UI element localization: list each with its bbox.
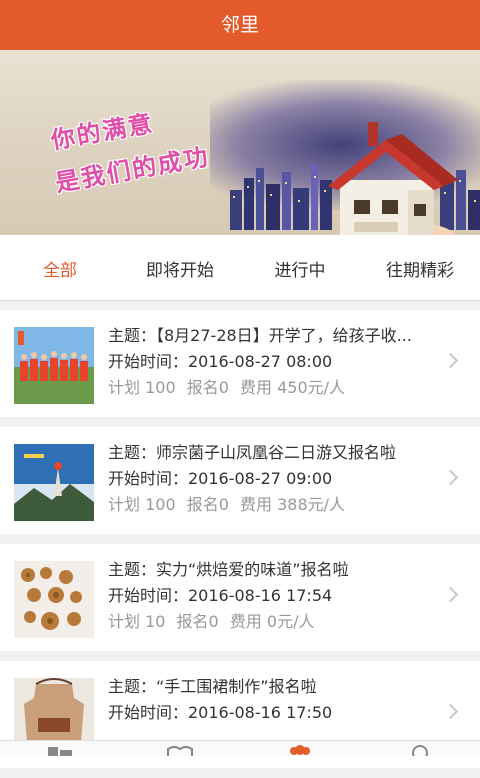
promo-banner[interactable]: 你的满意 是我们的成功 — [0, 50, 480, 235]
house-in-hands-image — [328, 122, 458, 235]
activity-enrolled-count: 报名0 — [186, 378, 229, 397]
page-title: 邻里 — [220, 14, 259, 36]
activity-meta: 计划 100 报名0 费用 388元/人 — [108, 492, 448, 518]
activity-enrolled-count: 报名0 — [186, 495, 229, 514]
activity-title: 主题：“手工围裙制作”报名啦 — [108, 677, 317, 696]
activity-fee: 费用 388元/人 — [240, 495, 346, 514]
activity-card[interactable]: 主题：实力“烘焙爱的味道”报名啦 开始时间：2016-08-16 17:54 计… — [0, 544, 480, 651]
activity-plan-count: 计划 10 — [108, 612, 166, 631]
filter-tabs: 全部 即将开始 进行中 往期精彩 — [0, 235, 480, 301]
activity-meta: 计划 10 报名0 费用 0元/人 — [108, 609, 448, 635]
people-icon[interactable] — [286, 745, 314, 756]
tab-past-highlights[interactable]: 往期精彩 — [360, 235, 480, 300]
activity-plan-count: 计划 100 — [108, 495, 176, 514]
activity-start-time: 开始时间：2016-08-16 17:54 — [108, 586, 333, 605]
activity-info: 主题：师宗菌子山凤凰谷二日游又报名啦 开始时间：2016-08-27 09:00… — [108, 440, 448, 518]
activity-thumbnail — [14, 561, 94, 638]
activity-start-time: 开始时间：2016-08-16 17:50 — [108, 703, 333, 722]
bottom-navigation — [0, 740, 480, 756]
activity-info: 主题：【8月27-28日】开学了，给孩子收... 开始时间：2016-08-27… — [108, 323, 448, 401]
activity-fee: 费用 0元/人 — [229, 612, 315, 631]
book-icon[interactable] — [166, 745, 194, 756]
activity-title: 主题：实力“烘焙爱的味道”报名啦 — [108, 560, 349, 579]
activity-fee: 费用 450元/人 — [240, 378, 346, 397]
activity-start-time: 开始时间：2016-08-27 09:00 — [108, 469, 333, 488]
activity-list: 主题：【8月27-28日】开学了，给孩子收... 开始时间：2016-08-27… — [0, 310, 480, 778]
app-header: 邻里 — [0, 0, 480, 50]
activity-thumbnail — [14, 444, 94, 521]
activity-enrolled-count: 报名0 — [176, 612, 219, 631]
activity-card[interactable]: 主题：【8月27-28日】开学了，给孩子收... 开始时间：2016-08-27… — [0, 310, 480, 417]
activity-thumbnail — [14, 327, 94, 404]
activity-plan-count: 计划 100 — [108, 378, 176, 397]
activity-title: 主题：【8月27-28日】开学了，给孩子收... — [108, 326, 412, 345]
activity-start-time: 开始时间：2016-08-27 08:00 — [108, 352, 333, 371]
profile-icon[interactable] — [406, 745, 434, 756]
activity-title: 主题：师宗菌子山凤凰谷二日游又报名啦 — [108, 443, 397, 462]
activity-info: 主题：实力“烘焙爱的味道”报名啦 开始时间：2016-08-16 17:54 计… — [108, 557, 448, 635]
tab-upcoming[interactable]: 即将开始 — [120, 235, 240, 300]
activity-card[interactable]: 主题：师宗菌子山凤凰谷二日游又报名啦 开始时间：2016-08-27 09:00… — [0, 427, 480, 534]
tab-in-progress[interactable]: 进行中 — [240, 235, 360, 300]
activity-meta: 计划 100 报名0 费用 450元/人 — [108, 375, 448, 401]
tab-all[interactable]: 全部 — [0, 235, 120, 300]
building-icon[interactable] — [46, 745, 74, 756]
